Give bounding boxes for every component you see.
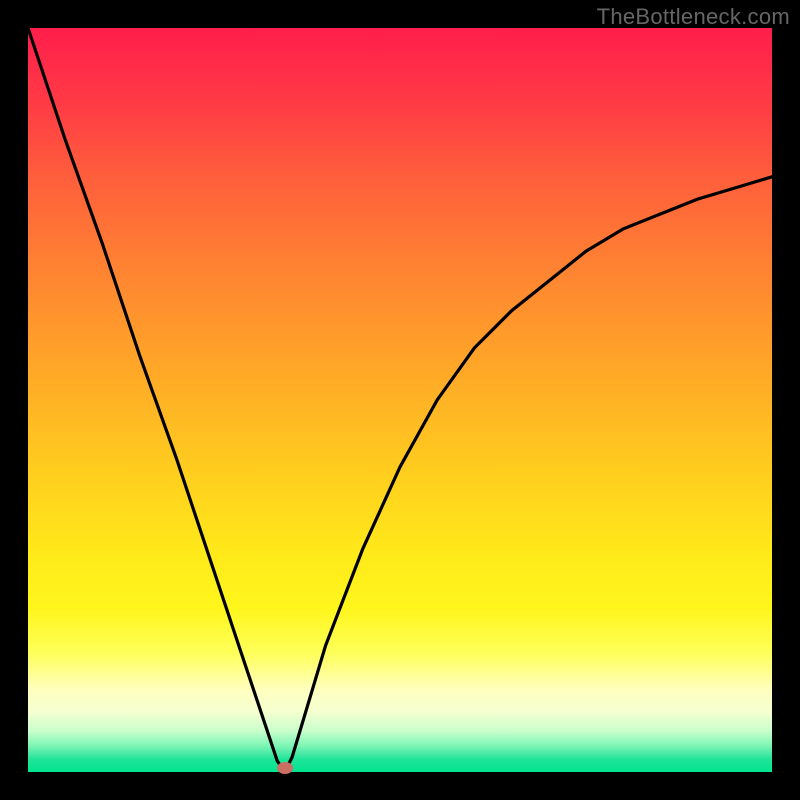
optimum-marker <box>277 762 293 774</box>
chart-container: TheBottleneck.com <box>0 0 800 800</box>
plot-area <box>28 28 772 772</box>
watermark-text: TheBottleneck.com <box>597 4 790 30</box>
bottleneck-curve <box>28 28 772 772</box>
